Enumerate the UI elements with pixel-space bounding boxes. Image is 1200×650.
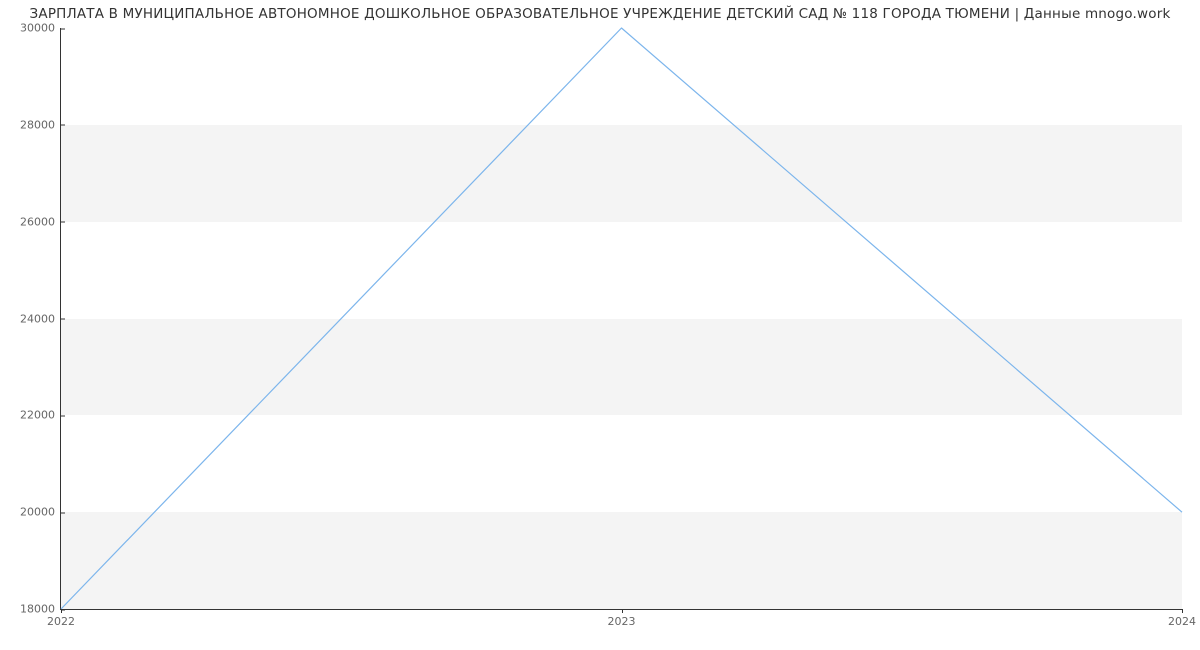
plot-area: 1800020000220002400026000280003000020222…: [60, 28, 1182, 610]
y-tick-label: 28000: [20, 118, 61, 131]
salary-chart: ЗАРПЛАТА В МУНИЦИПАЛЬНОЕ АВТОНОМНОЕ ДОШК…: [0, 0, 1200, 650]
y-tick-label: 22000: [20, 409, 61, 422]
x-tick-label: 2023: [608, 609, 636, 628]
x-tick-label: 2022: [47, 609, 75, 628]
y-tick-label: 30000: [20, 22, 61, 35]
y-tick-label: 20000: [20, 506, 61, 519]
y-tick-label: 24000: [20, 312, 61, 325]
x-tick-label: 2024: [1168, 609, 1196, 628]
chart-title: ЗАРПЛАТА В МУНИЦИПАЛЬНОЕ АВТОНОМНОЕ ДОШК…: [0, 6, 1200, 22]
y-tick-label: 26000: [20, 215, 61, 228]
line-series: [61, 28, 1182, 609]
